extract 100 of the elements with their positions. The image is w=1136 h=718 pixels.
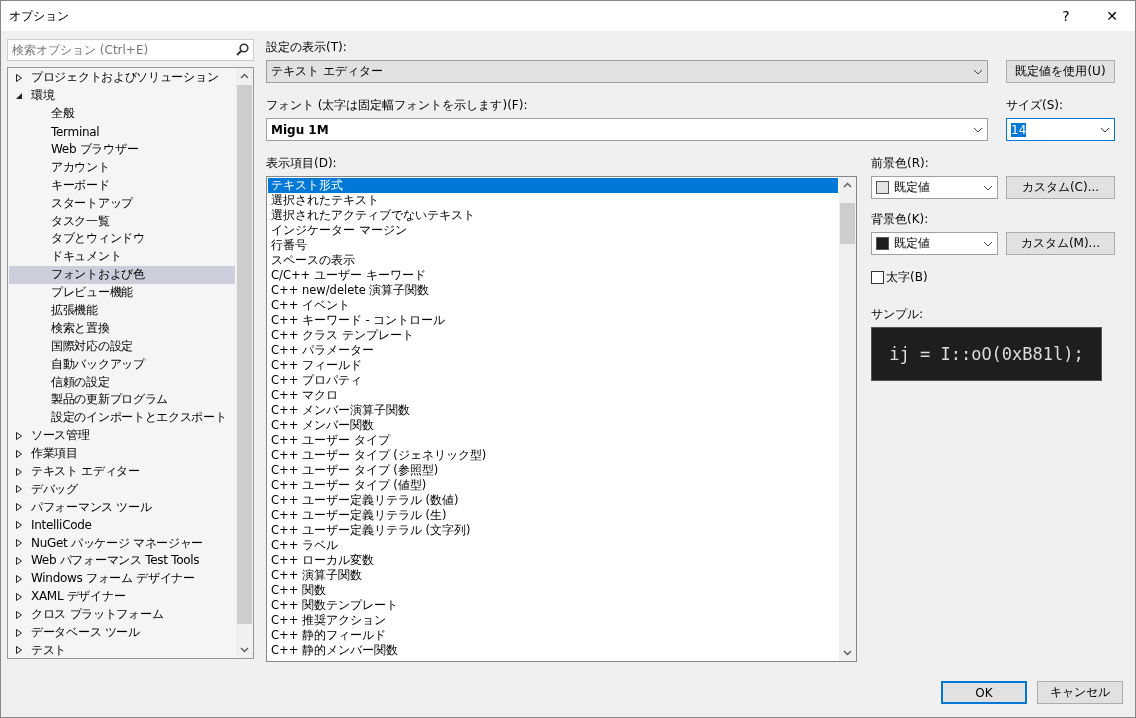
list-item[interactable]: C++ 静的メンバー関数	[268, 643, 838, 658]
collapsed-triangle-icon[interactable]	[15, 449, 23, 458]
list-item[interactable]: C++ ユーザー タイプ (値型)	[268, 478, 838, 493]
list-item[interactable]: C++ パラメーター	[268, 343, 838, 358]
list-item[interactable]: 行番号	[268, 238, 838, 253]
tree-item[interactable]: 自動バックアップ	[9, 355, 235, 374]
list-item[interactable]: C++ イベント	[268, 298, 838, 313]
custom-color-button[interactable]: カスタム(C)...	[1006, 176, 1115, 199]
collapsed-triangle-icon[interactable]	[15, 485, 23, 494]
tree-item[interactable]: 信頼の設定	[9, 373, 235, 392]
list-item[interactable]: C++ new/delete 演算子関数	[268, 283, 838, 298]
tree-item[interactable]: 拡張機能	[9, 301, 235, 320]
list-item[interactable]: C/C++ ユーザー キーワード	[268, 268, 838, 283]
list-item[interactable]: C++ プロパティ	[268, 373, 838, 388]
collapsed-triangle-icon[interactable]	[15, 592, 23, 601]
tree-item[interactable]: クロス プラットフォーム	[9, 605, 235, 624]
collapsed-triangle-icon[interactable]	[15, 431, 23, 440]
cancel-button[interactable]: キャンセル	[1037, 681, 1123, 704]
expanded-triangle-icon[interactable]	[15, 91, 23, 100]
collapsed-triangle-icon[interactable]	[15, 503, 23, 512]
tree-item[interactable]: スタートアップ	[9, 194, 235, 213]
font-label: フォント (太字は固定幅フォントを示します)(F):	[266, 97, 529, 114]
search-field[interactable]: 検索オプション (Ctrl+E)	[7, 39, 254, 61]
list-item[interactable]: C++ ラベル	[268, 538, 838, 553]
tree-item[interactable]: Web パフォーマンス Test Tools	[9, 552, 235, 570]
tree-item[interactable]: ソース管理	[9, 426, 235, 445]
collapsed-triangle-icon[interactable]	[15, 467, 23, 476]
list-item[interactable]: C++ 演算子関数	[268, 568, 838, 583]
tree-item[interactable]: 環境	[9, 86, 235, 105]
chevron-down-icon	[973, 126, 983, 133]
list-item[interactable]: テキスト形式	[268, 178, 838, 193]
list-item[interactable]: C++ ローカル変数	[268, 553, 838, 568]
scrollbar[interactable]	[839, 177, 856, 661]
ok-button[interactable]: OK	[941, 681, 1027, 704]
collapsed-triangle-icon[interactable]	[15, 646, 23, 655]
list-item[interactable]: スペースの表示	[268, 253, 838, 268]
list-item[interactable]: C++ 静的フィールド	[268, 628, 838, 643]
collapsed-triangle-icon[interactable]	[15, 539, 23, 548]
settings-dropdown[interactable]: テキスト エディター	[266, 60, 988, 83]
foreground-color-dropdown[interactable]: 既定値	[871, 176, 998, 199]
tree-item[interactable]: フォントおよび色	[9, 265, 235, 284]
list-item[interactable]: インジケーター マージン	[268, 223, 838, 238]
checkbox[interactable]	[871, 271, 884, 284]
tree-item[interactable]: アカウント	[9, 158, 235, 177]
tree-item[interactable]: プロジェクトおよびソリューション	[9, 69, 235, 87]
tree-item[interactable]: タスク一覧	[9, 212, 235, 230]
tree-item[interactable]: プレビュー機能	[9, 283, 235, 302]
tree-item[interactable]: IntelliCode	[9, 516, 235, 535]
tree-item[interactable]: 国際対応の設定	[9, 337, 235, 356]
tree-item[interactable]: 全般	[9, 104, 235, 123]
collapsed-triangle-icon[interactable]	[15, 557, 23, 565]
list-item[interactable]: C++ マクロ	[268, 388, 838, 403]
scrollbar-thumb[interactable]	[840, 203, 855, 244]
list-item[interactable]: C++ ユーザー タイプ	[268, 433, 838, 448]
tree-item[interactable]: パフォーマンス ツール	[9, 498, 235, 517]
list-item[interactable]: 選択されたテキスト	[268, 193, 838, 208]
tree-item[interactable]: テキスト エディター	[9, 462, 235, 481]
tree-item[interactable]: 製品の更新プログラム	[9, 391, 235, 409]
tree-item[interactable]: デバッグ	[9, 480, 235, 499]
collapsed-triangle-icon[interactable]	[15, 521, 23, 530]
collapsed-triangle-icon[interactable]	[15, 73, 23, 82]
background-color-dropdown[interactable]: 既定値	[871, 232, 998, 255]
list-item[interactable]: C++ ユーザー定義リテラル (数値)	[268, 493, 838, 508]
scrollbar-thumb[interactable]	[237, 85, 252, 625]
list-item[interactable]: C++ ユーザー定義リテラル (生)	[268, 508, 838, 523]
tree-item[interactable]: タブとウィンドウ	[9, 230, 235, 248]
tree-item[interactable]: XAML デザイナー	[9, 587, 235, 606]
tree-item[interactable]: 設定のインポートとエクスポート	[9, 408, 235, 427]
list-item[interactable]: C++ クラス テンプレート	[268, 328, 838, 343]
list-item[interactable]: C++ キーワード - コントロール	[268, 313, 838, 328]
tree-item[interactable]: Terminal	[9, 122, 235, 141]
collapsed-triangle-icon[interactable]	[15, 574, 23, 583]
list-item[interactable]: C++ 関数	[268, 583, 838, 598]
list-item[interactable]: C++ ユーザー タイプ (ジェネリック型)	[268, 448, 838, 463]
list-item[interactable]: C++ メンバー演算子関数	[268, 403, 838, 418]
tree-item[interactable]: ドキュメント	[9, 247, 235, 266]
list-item[interactable]: C++ ユーザー定義リテラル (文字列)	[268, 523, 838, 538]
tree-item[interactable]: Web ブラウザー	[9, 140, 235, 159]
collapsed-triangle-icon[interactable]	[15, 610, 23, 619]
size-dropdown[interactable]: 14	[1006, 118, 1115, 141]
list-item[interactable]: C++ ユーザー タイプ (参照型)	[268, 463, 838, 478]
tree-item[interactable]: 作業項目	[9, 444, 235, 463]
list-item[interactable]: C++ メンバー関数	[268, 418, 838, 433]
list-item[interactable]: C++ 関数テンプレート	[268, 598, 838, 613]
list-item[interactable]: C++ 推奨アクション	[268, 613, 838, 628]
tree-item[interactable]: 検索と置換	[9, 319, 235, 338]
tree-item[interactable]: テスト	[9, 641, 235, 658]
use-defaults-button[interactable]: 既定値を使用(U)	[1006, 60, 1115, 83]
list-item[interactable]: 選択されたアクティブでないテキスト	[268, 208, 838, 223]
scrollbar[interactable]	[236, 68, 253, 658]
font-dropdown[interactable]: Migu 1M	[266, 118, 988, 141]
tree-item[interactable]: NuGet パッケージ マネージャー	[9, 534, 235, 553]
tree-item[interactable]: キーボード	[9, 176, 235, 195]
collapsed-triangle-icon[interactable]	[15, 628, 23, 637]
tree-item[interactable]: Windows フォーム デザイナー	[9, 569, 235, 588]
list-item[interactable]: C++ フィールド	[268, 358, 838, 373]
bold-label: 太字(B)	[886, 269, 928, 286]
custom-color-button[interactable]: カスタム(M)...	[1006, 232, 1115, 255]
settings-label: 設定の表示(T):	[266, 39, 348, 56]
tree-item[interactable]: データベース ツール	[9, 623, 235, 642]
